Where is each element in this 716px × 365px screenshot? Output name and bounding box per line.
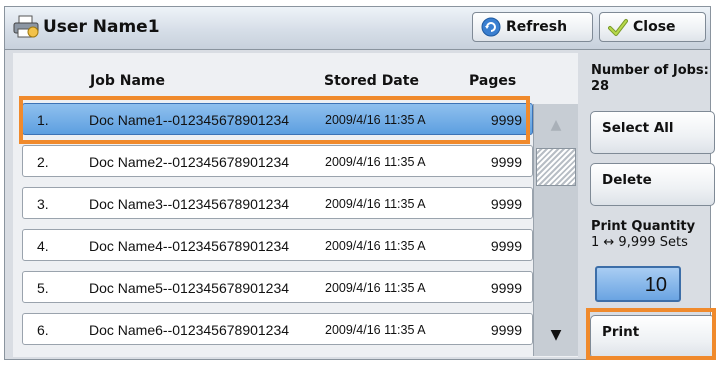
select-all-label: Select All xyxy=(602,120,674,136)
table-row[interactable]: 6. Doc Name6--012345678901234 2009/4/16 … xyxy=(22,313,533,345)
print-label: Print xyxy=(602,324,640,340)
row-job-name: Doc Name2--012345678901234 xyxy=(89,154,290,170)
scroll-up-button[interactable]: ▲ xyxy=(536,106,576,144)
column-header-pages: Pages xyxy=(469,73,517,89)
row-pages: 9999 xyxy=(490,154,522,170)
table-row[interactable]: 4. Doc Name4--012345678901234 2009/4/16 … xyxy=(22,229,533,261)
row-number: 4. xyxy=(37,238,49,254)
row-pages: 9999 xyxy=(490,280,522,296)
print-button[interactable]: Print xyxy=(590,315,715,359)
jobs-count-label: Number of Jobs: 28 xyxy=(591,63,709,95)
print-quantity-label: Print Quantity xyxy=(591,219,696,234)
row-number: 5. xyxy=(37,280,49,296)
app-window: User Name1 Refresh Close Job Name Stored… xyxy=(4,6,715,360)
row-stored-date: 2009/4/16 11:35 A xyxy=(325,197,426,211)
row-stored-date: 2009/4/16 11:35 A xyxy=(325,323,426,337)
row-stored-date: 2009/4/16 11:35 A xyxy=(325,155,426,169)
delete-button[interactable]: Delete xyxy=(590,163,715,206)
jobs-count: 28 xyxy=(591,79,610,94)
row-number: 1. xyxy=(37,112,49,128)
row-job-name: Doc Name4--012345678901234 xyxy=(89,238,290,254)
close-label: Close xyxy=(633,19,676,35)
delete-label: Delete xyxy=(602,172,652,188)
printer-icon xyxy=(13,15,39,38)
row-pages: 9999 xyxy=(490,238,522,254)
refresh-button[interactable]: Refresh xyxy=(472,12,593,42)
triangle-down-icon: ▼ xyxy=(550,327,562,343)
table-row[interactable]: 5. Doc Name5--012345678901234 2009/4/16 … xyxy=(22,271,533,303)
row-number: 3. xyxy=(37,196,49,212)
row-pages: 9999 xyxy=(490,322,522,338)
job-list-panel: Job Name Stored Date Pages 1. Doc Name1-… xyxy=(13,53,578,357)
column-header-stored-date: Stored Date xyxy=(324,73,419,89)
title-bar: User Name1 Refresh Close xyxy=(5,7,710,50)
row-job-name: Doc Name1--012345678901234 xyxy=(89,112,290,128)
list-scrollbar[interactable]: ▲ ▼ xyxy=(533,104,578,356)
refresh-label: Refresh xyxy=(506,19,568,35)
row-number: 6. xyxy=(37,322,49,338)
row-job-name: Doc Name3--012345678901234 xyxy=(89,196,290,212)
close-button[interactable]: Close xyxy=(599,12,706,42)
row-job-name: Doc Name5--012345678901234 xyxy=(89,280,290,296)
jobs-label: Number of Jobs: xyxy=(591,63,709,78)
print-quantity-range: 1 ↔ 9,999 Sets xyxy=(591,235,688,250)
column-header-job-name: Job Name xyxy=(90,73,165,89)
print-quantity-info: Print Quantity 1 ↔ 9,999 Sets xyxy=(591,219,695,251)
row-job-name: Doc Name6--012345678901234 xyxy=(89,322,290,338)
triangle-up-icon: ▲ xyxy=(550,117,562,133)
row-stored-date: 2009/4/16 11:35 A xyxy=(325,113,426,127)
select-all-button[interactable]: Select All xyxy=(590,111,715,154)
table-row[interactable]: 3. Doc Name3--012345678901234 2009/4/16 … xyxy=(22,187,533,219)
checkmark-icon xyxy=(608,19,628,36)
row-number: 2. xyxy=(37,154,49,170)
row-pages: 9999 xyxy=(490,196,522,212)
table-row[interactable]: 1. Doc Name1--012345678901234 2009/4/16 … xyxy=(22,103,533,135)
row-stored-date: 2009/4/16 11:35 A xyxy=(325,239,426,253)
refresh-icon xyxy=(481,17,501,37)
row-stored-date: 2009/4/16 11:35 A xyxy=(325,281,426,295)
table-row[interactable]: 2. Doc Name2--012345678901234 2009/4/16 … xyxy=(22,145,533,177)
scroll-thumb[interactable] xyxy=(536,148,576,186)
row-pages: 9999 xyxy=(490,112,522,128)
print-quantity-field[interactable]: 10 xyxy=(595,266,681,302)
window-title: User Name1 xyxy=(43,17,160,37)
scroll-down-button[interactable]: ▼ xyxy=(536,316,576,354)
